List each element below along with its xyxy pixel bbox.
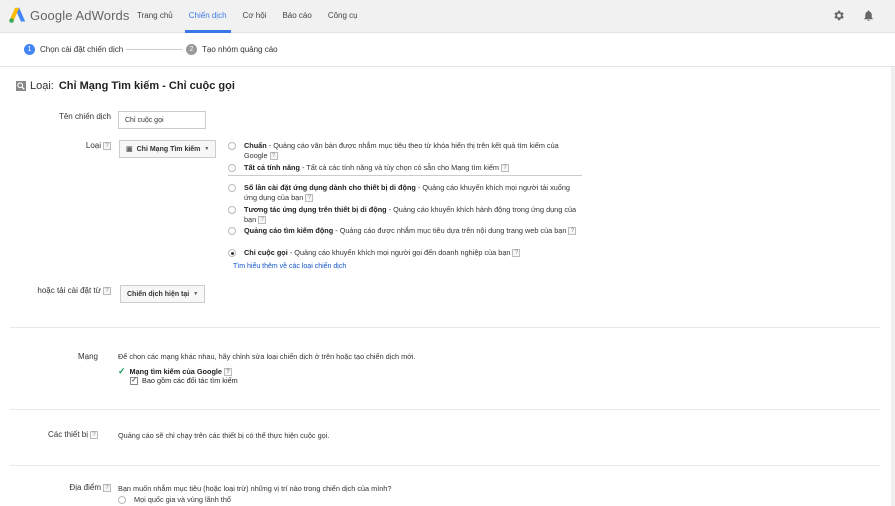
option-all-features-desc: - Tất cả các tính năng và tùy chọn có sẵ… [299, 163, 499, 172]
type-field-label: Loại? [30, 141, 111, 150]
magnifier-icon [16, 81, 26, 91]
radio-standard[interactable] [228, 142, 236, 150]
option-app-engagement-title: Tương tác ứng dụng trên thiết bị di động [244, 205, 387, 214]
nav-campaigns[interactable]: Chiến dịch [181, 0, 235, 33]
options-divider [228, 175, 582, 176]
step-1[interactable]: 1 Chọn cài đặt chiến dịch [24, 44, 123, 55]
page-scrollbar[interactable] [891, 67, 895, 506]
devices-label-text: Các thiết bị [47, 430, 88, 439]
campaign-name-input[interactable]: Chỉ cuộc gọi [118, 111, 206, 129]
load-settings-dropdown[interactable]: Chiến dịch hiện tại ▼ [120, 285, 206, 303]
locations-description: Bạn muốn nhắm mục tiêu (hoặc loại trừ) n… [118, 484, 392, 493]
option-all-features[interactable]: Tất cả tính năng - Tất cả các tính năng … [228, 163, 584, 173]
adwords-logo[interactable]: Google AdWords [9, 7, 129, 24]
help-icon[interactable]: ? [269, 152, 278, 161]
radio-dynamic-search-ads[interactable] [228, 227, 236, 235]
chevron-down-icon: ▼ [204, 146, 210, 152]
include-search-partners-label: Bao gồm các đối tác tìm kiếm [142, 376, 238, 385]
main-nav: Trang chủ Chiến dịch Cơ hội Báo cáo Công… [129, 0, 366, 33]
section-divider [10, 327, 880, 328]
networks-description: Để chọn các mạng khác nhau, hãy chỉnh sử… [118, 352, 416, 361]
option-standard-desc: - Quảng cáo văn bản được nhắm mục tiêu t… [244, 141, 559, 160]
campaign-name-label: Tên chiến dịch [58, 112, 111, 121]
section-divider [10, 465, 880, 466]
chevron-down-icon: ▼ [193, 291, 199, 297]
locations-label: Địa điểm? [30, 483, 111, 492]
nav-opportunities[interactable]: Cơ hội [235, 0, 275, 33]
campaign-type-header: Loại: Chỉ Mạng Tìm kiếm - Chỉ cuộc gọi [16, 80, 235, 92]
option-app-installs-title: Số lần cài đặt ứng dụng dành cho thiết b… [244, 183, 416, 192]
networks-label: Mạng [77, 352, 98, 361]
option-standard-title: Chuẩn [244, 141, 267, 150]
gear-icon[interactable] [832, 9, 845, 22]
include-search-partners[interactable]: ✓ Bao gồm các đối tác tìm kiếm [130, 376, 238, 385]
step-1-label: Chọn cài đặt chiến dịch [40, 45, 124, 54]
help-icon[interactable]: ? [103, 286, 111, 295]
option-dynamic-search-ads-title: Quảng cáo tìm kiếm động [244, 226, 334, 235]
campaign-type-dropdown[interactable]: ▣ Chỉ Mạng Tìm kiếm ▼ [119, 140, 217, 158]
nav-reports[interactable]: Báo cáo [274, 0, 319, 33]
step-2[interactable]: 2 Tạo nhóm quảng cáo [186, 44, 278, 55]
radio-app-installs[interactable] [228, 184, 236, 192]
option-call-only-title: Chỉ cuộc gọi [244, 248, 288, 257]
adwords-logo-icon [9, 7, 26, 23]
location-option-all-countries[interactable]: Mọi quốc gia và vùng lãnh thổ [118, 495, 418, 505]
help-icon[interactable]: ? [500, 164, 509, 173]
type-value: Chỉ Mạng Tìm kiếm - Chỉ cuộc gọi [58, 80, 235, 92]
option-standard[interactable]: Chuẩn - Quảng cáo văn bản được nhắm mục … [228, 141, 584, 161]
load-settings-label: hoặc tải cài đặt từ? [10, 286, 111, 295]
radio-call-only[interactable] [228, 249, 236, 257]
option-dynamic-search-ads-desc: - Quảng cáo được nhắm mục tiêu dựa trên … [333, 226, 567, 235]
learn-more-campaign-types-link[interactable]: Tìm hiểu thêm về các loại chiến dịch [233, 263, 346, 270]
google-search-network-label: Mạng tìm kiếm của Google [129, 367, 222, 376]
load-settings-dropdown-value: Chiến dịch hiện tại [127, 290, 190, 298]
option-app-installs[interactable]: Số lần cài đặt ứng dụng dành cho thiết b… [228, 183, 584, 203]
stepper-connector [126, 49, 182, 50]
top-bar: Google AdWords Trang chủ Chiến dịch Cơ h… [0, 0, 895, 33]
help-icon[interactable]: ? [103, 141, 111, 150]
help-icon[interactable]: ? [305, 194, 314, 203]
devices-description: Quảng cáo sẽ chỉ chạy trên các thiết bị … [118, 431, 330, 440]
option-call-only-desc: - Quảng cáo khuyến khích mọi người gọi đ… [287, 248, 511, 257]
check-icon: ✓ [118, 366, 126, 376]
step-2-label: Tạo nhóm quảng cáo [202, 45, 278, 54]
help-icon[interactable]: ? [224, 367, 232, 376]
help-icon[interactable]: ? [258, 216, 267, 225]
help-icon[interactable]: ? [512, 249, 521, 258]
help-icon[interactable]: ? [90, 430, 98, 439]
nav-tools[interactable]: Công cụ [320, 0, 366, 33]
nav-home[interactable]: Trang chủ [129, 0, 181, 33]
radio-app-engagement[interactable] [228, 206, 236, 214]
option-dynamic-search-ads[interactable]: Quảng cáo tìm kiếm động - Quảng cáo được… [228, 226, 584, 236]
search-network-icon: ▣ [126, 146, 133, 153]
radio-all-features[interactable] [228, 164, 236, 172]
include-search-partners-checkbox[interactable]: ✓ [130, 376, 138, 385]
option-all-features-title: Tất cả tính năng [244, 163, 300, 172]
step-2-number: 2 [186, 44, 197, 55]
option-app-engagement[interactable]: Tương tác ứng dụng trên thiết bị di động… [228, 205, 584, 225]
campaign-type-dropdown-value: Chỉ Mạng Tìm kiếm [136, 145, 201, 153]
locations-label-text: Địa điểm [69, 483, 101, 492]
logo-text: Google AdWords [30, 8, 130, 23]
location-option-all-countries-label: Mọi quốc gia và vùng lãnh thổ [134, 495, 231, 504]
radio-all-countries[interactable] [118, 496, 126, 504]
type-field-label-text: Loại [85, 141, 101, 150]
option-call-only[interactable]: Chỉ cuộc gọi - Quảng cáo khuyến khích mọ… [228, 248, 584, 258]
help-icon[interactable]: ? [103, 483, 111, 492]
devices-label: Các thiết bị? [30, 430, 98, 439]
type-label: Loại: [30, 80, 54, 92]
wizard-stepper: 1 Chọn cài đặt chiến dịch 2 Tạo nhóm quả… [0, 34, 895, 67]
help-icon[interactable]: ? [568, 227, 577, 236]
bell-icon[interactable] [862, 9, 875, 22]
section-divider [10, 409, 880, 410]
top-icons [832, 9, 875, 22]
step-1-number: 1 [24, 44, 35, 55]
load-settings-label-text: hoặc tải cài đặt từ [37, 286, 101, 295]
